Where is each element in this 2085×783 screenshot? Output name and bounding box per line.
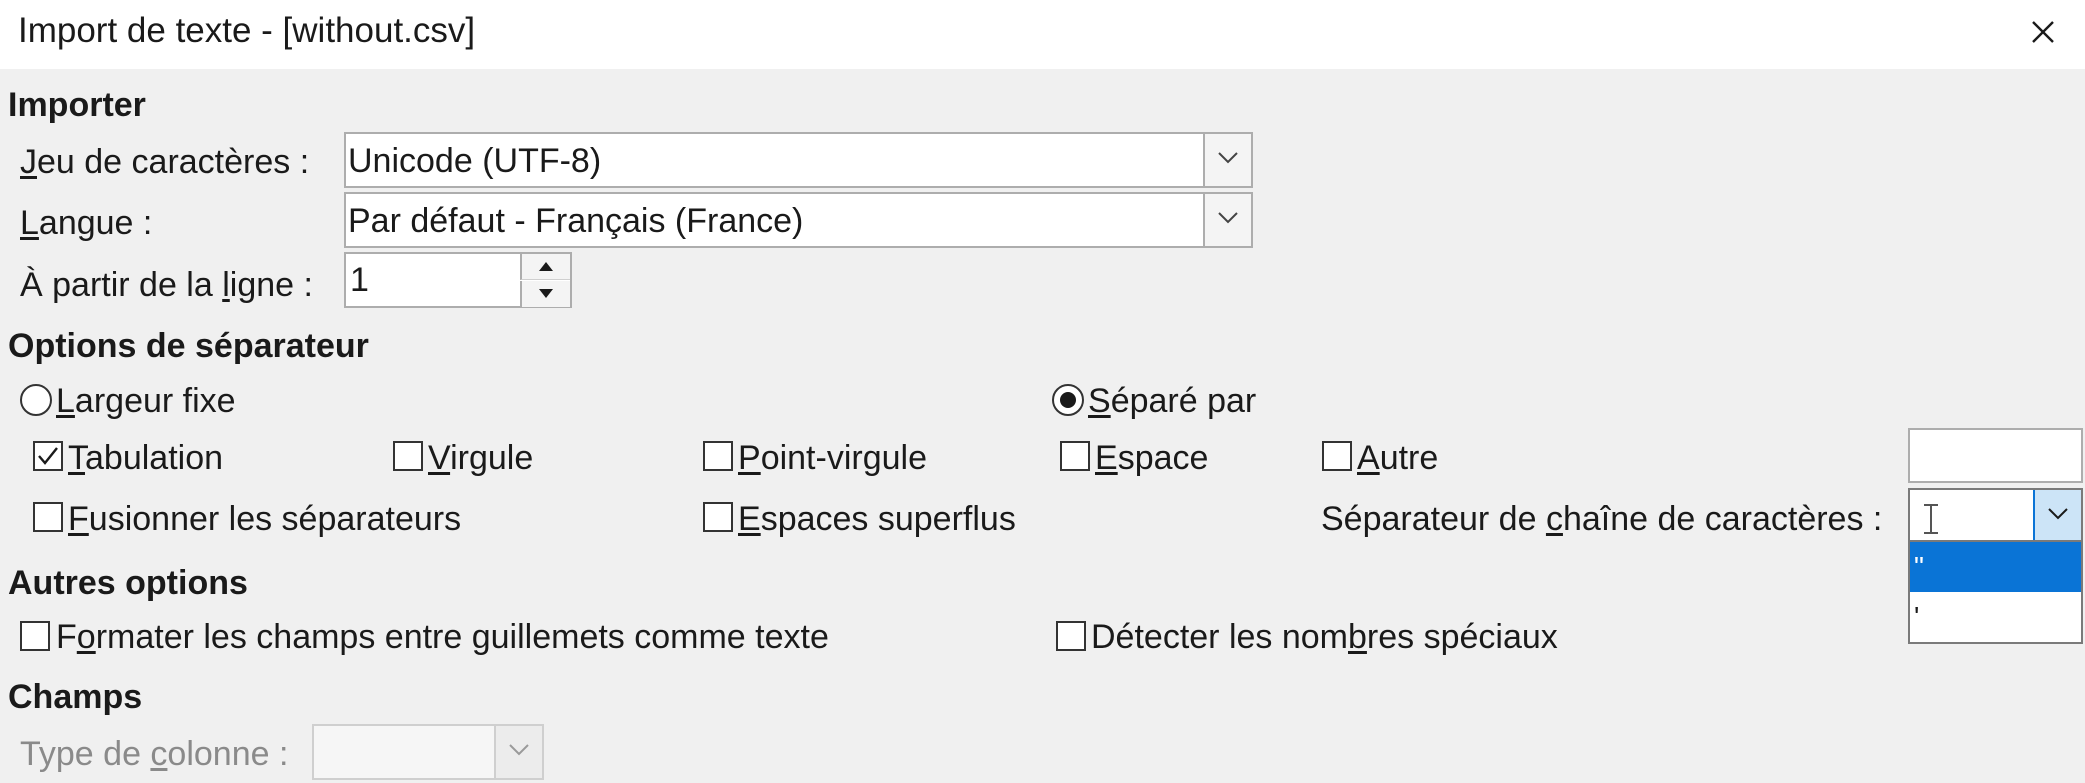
text-cursor-icon <box>1924 504 1938 534</box>
other-options-section-header: Autres options <box>8 564 248 602</box>
from-row-label: À partir de la ligne : <box>20 266 313 304</box>
separated-by-label[interactable]: Séparé par <box>1088 379 1256 423</box>
other-label[interactable]: Autre <box>1357 436 1438 480</box>
radio-selected-dot <box>1060 392 1076 408</box>
charset-combo[interactable]: Unicode (UTF-8) <box>344 132 1253 188</box>
language-label: Langue : <box>20 204 153 242</box>
quoted-as-text-checkbox[interactable] <box>20 621 50 651</box>
string-delimiter-dropdown-list[interactable]: " ' <box>1908 540 2083 644</box>
separated-by-radio[interactable] <box>1052 384 1084 416</box>
trim-spaces-checkbox[interactable] <box>703 502 733 532</box>
space-checkbox[interactable] <box>1060 441 1090 471</box>
language-dropdown-button[interactable] <box>1203 194 1251 246</box>
tab-label[interactable]: Tabulation <box>68 436 223 480</box>
comma-checkbox[interactable] <box>393 441 423 471</box>
close-icon <box>2032 21 2054 43</box>
fixed-width-label[interactable]: Largeur fixe <box>56 379 236 423</box>
chevron-down-icon <box>1218 152 1238 164</box>
string-delimiter-label: Séparateur de chaîne de caractères : <box>1321 500 1883 538</box>
merge-delimiters-label[interactable]: Fusionner les séparateurs <box>68 497 461 541</box>
from-row-spinner[interactable]: 1 <box>344 252 572 308</box>
column-type-label: Type de colonne : <box>20 735 289 773</box>
charset-value: Unicode (UTF-8) <box>348 142 602 180</box>
fields-section-header: Champs <box>8 678 143 716</box>
merge-delimiters-checkbox[interactable] <box>33 502 63 532</box>
trim-spaces-label[interactable]: Espaces superflus <box>738 497 1016 541</box>
language-combo[interactable]: Par défaut - Français (France) <box>344 192 1253 248</box>
triangle-up-icon <box>539 262 553 271</box>
window-title: Import de texte - [without.csv] <box>18 11 476 50</box>
comma-label[interactable]: Virgule <box>428 436 533 480</box>
import-section-header: Importer <box>8 86 146 124</box>
dropdown-option-double-quote[interactable]: " <box>1910 542 2081 592</box>
other-separator-input[interactable] <box>1908 428 2083 483</box>
string-delimiter-dropdown-button[interactable] <box>2033 490 2081 541</box>
fixed-width-radio[interactable] <box>20 384 52 416</box>
tab-checkbox[interactable] <box>33 441 63 471</box>
space-label[interactable]: Espace <box>1095 436 1208 480</box>
checkmark-icon <box>38 447 58 465</box>
detect-special-numbers-checkbox[interactable] <box>1056 621 1086 651</box>
spin-down-button[interactable] <box>520 281 570 307</box>
language-value: Par défaut - Français (France) <box>348 202 804 240</box>
dropdown-option-single-quote[interactable]: ' <box>1910 592 2081 642</box>
close-button[interactable] <box>2015 4 2071 60</box>
chevron-down-icon <box>1218 212 1238 224</box>
column-type-dropdown-button[interactable] <box>494 726 542 778</box>
semicolon-checkbox[interactable] <box>703 441 733 471</box>
semicolon-label[interactable]: Point-virgule <box>738 436 927 480</box>
from-row-value: 1 <box>350 261 369 299</box>
other-checkbox[interactable] <box>1322 441 1352 471</box>
charset-label: Jeu de caractères : <box>20 143 310 181</box>
quoted-as-text-label[interactable]: Formater les champs entre guillemets com… <box>56 615 829 659</box>
detect-special-numbers-label[interactable]: Détecter les nombres spéciaux <box>1091 615 1558 659</box>
spin-up-button[interactable] <box>520 254 570 280</box>
chevron-down-icon <box>509 744 529 756</box>
separator-section-header: Options de séparateur <box>8 327 369 365</box>
chevron-down-icon <box>2048 508 2068 520</box>
string-delimiter-combo[interactable] <box>1908 488 2083 543</box>
triangle-down-icon <box>539 289 553 298</box>
charset-dropdown-button[interactable] <box>1203 134 1251 186</box>
column-type-combo[interactable] <box>312 724 544 780</box>
